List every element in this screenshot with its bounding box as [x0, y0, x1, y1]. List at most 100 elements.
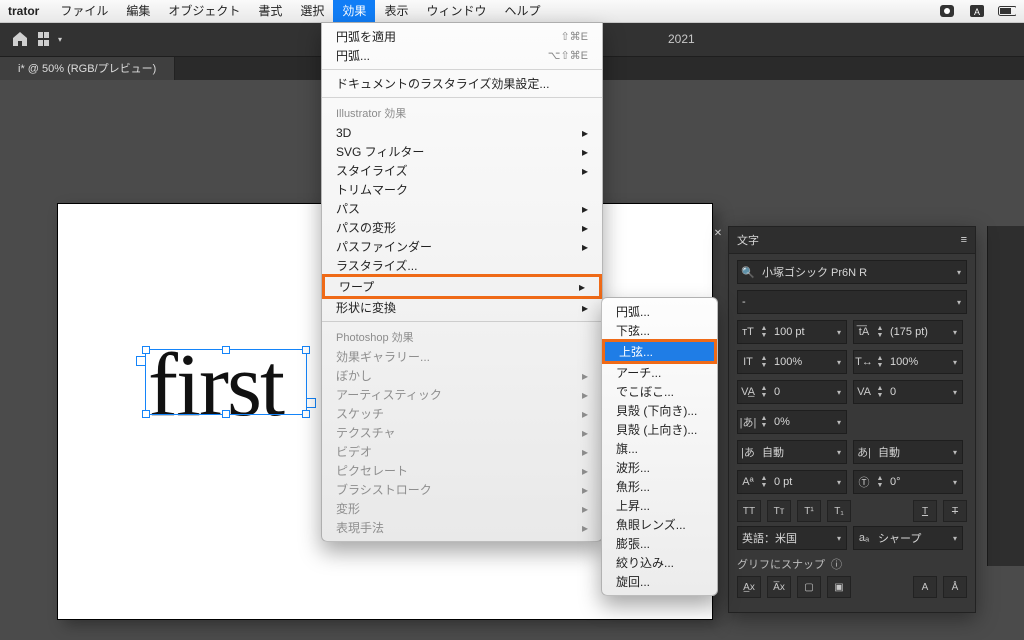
handle-ne[interactable] — [302, 346, 310, 354]
snap-anchor-button[interactable]: Å — [943, 576, 967, 598]
stepper[interactable]: ▲▼ — [758, 475, 770, 489]
menu-item-texture[interactable]: テクスチャ▸ — [322, 423, 602, 442]
handle-n[interactable] — [222, 346, 230, 354]
menu-view[interactable]: 表示 — [375, 0, 417, 22]
antialias-field[interactable]: aₐシャープ▾ — [853, 526, 963, 550]
panel-titlebar[interactable]: 文字 ≡ — [729, 227, 975, 254]
menu-edit[interactable]: 編集 — [117, 0, 159, 22]
warp-flag[interactable]: 旗... — [602, 439, 717, 458]
stepper[interactable]: ▲▼ — [874, 385, 886, 399]
menu-item-doc-raster[interactable]: ドキュメントのラスタライズ効果設定... — [322, 74, 602, 93]
horizontal-scale-field[interactable]: T↔▲▼100%▾ — [853, 350, 963, 374]
menu-file[interactable]: ファイル — [51, 0, 117, 22]
handle-sw[interactable] — [142, 410, 150, 418]
document-tab[interactable]: i* @ 50% (RGB/プレビュー) — [0, 56, 175, 80]
chevron-down-icon[interactable]: ▾ — [832, 478, 846, 487]
panel-menu-icon[interactable]: ≡ — [961, 234, 967, 246]
menu-item-brush-strokes[interactable]: ブラシストローク▸ — [322, 480, 602, 499]
stepper[interactable]: ▲▼ — [758, 325, 770, 339]
warp-fish[interactable]: 魚形... — [602, 477, 717, 496]
menu-item-apply-last[interactable]: 円弧を適用⇧⌘E — [322, 27, 602, 46]
tracking-field[interactable]: VA▲▼0▾ — [853, 380, 963, 404]
character-panel[interactable]: ✕ 文字 ≡ 🔍 小塚ゴシック Pr6N R ▾ - ▾ тT▲▼100 pt▾… — [728, 226, 976, 613]
all-caps-button[interactable]: TT — [737, 500, 761, 522]
warp-arc-upper[interactable]: 上弦... — [602, 339, 717, 364]
menu-help[interactable]: ヘルプ — [495, 0, 549, 22]
stepper[interactable]: ▲▼ — [758, 385, 770, 399]
stepper[interactable]: ▲▼ — [874, 355, 886, 369]
chevron-down-icon[interactable]: ▾ — [952, 298, 966, 307]
menu-item-sketch[interactable]: スケッチ▸ — [322, 404, 602, 423]
baseline-shift-field[interactable]: Aª▲▼0 pt▾ — [737, 470, 847, 494]
warp-bulge[interactable]: でこぼこ... — [602, 382, 717, 401]
menu-item-trim-marks[interactable]: トリムマーク — [322, 180, 602, 199]
panel-close-icon[interactable]: ✕ — [711, 227, 725, 241]
menu-item-distort[interactable]: パスの変形▸ — [322, 218, 602, 237]
warp-arc[interactable]: 円弧... — [602, 302, 717, 321]
warp-shell-lower[interactable]: 貝殻 (下向き)... — [602, 401, 717, 420]
chevron-down-icon[interactable]: ▾ — [948, 448, 962, 457]
menu-item-video[interactable]: ビデオ▸ — [322, 442, 602, 461]
menu-item-artistic[interactable]: アーティスティック▸ — [322, 385, 602, 404]
chevron-down-icon[interactable]: ▾ — [832, 328, 846, 337]
menu-item-warp[interactable]: ワープ▸ — [322, 274, 602, 299]
menu-item-distort-ps[interactable]: 変形▸ — [322, 499, 602, 518]
stepper[interactable]: ▲▼ — [874, 475, 886, 489]
snap-glyph-bounds-button[interactable]: ▢ — [797, 576, 821, 598]
chevron-down-icon[interactable]: ▾ — [948, 534, 962, 543]
warp-shell-upper[interactable]: 貝殻 (上向き)... — [602, 420, 717, 439]
tsume-field[interactable]: |あ|▲▼0%▾ — [737, 410, 847, 434]
menu-item-stylize[interactable]: スタイライズ▸ — [322, 161, 602, 180]
in-port[interactable] — [136, 356, 146, 366]
aki-left-field[interactable]: |あ自動▾ — [737, 440, 847, 464]
warp-squeeze[interactable]: 絞り込み... — [602, 553, 717, 572]
chevron-down-icon[interactable]: ▾ — [952, 268, 966, 277]
vertical-scale-field[interactable]: IT▲▼100%▾ — [737, 350, 847, 374]
chevron-down-icon[interactable]: ▾ — [832, 358, 846, 367]
home-icon[interactable] — [8, 27, 32, 51]
arrange-documents-icon[interactable]: ▾ — [38, 27, 62, 51]
superscript-button[interactable]: T¹ — [797, 500, 821, 522]
warp-arc-lower[interactable]: 下弦... — [602, 321, 717, 340]
collapsed-panel-dock[interactable] — [987, 226, 1024, 566]
menu-item-rasterize[interactable]: ラスタライズ... — [322, 256, 602, 275]
snap-angular-button[interactable]: A — [913, 576, 937, 598]
handle-s[interactable] — [222, 410, 230, 418]
text-frame-selection[interactable] — [145, 349, 307, 415]
warp-rise[interactable]: 上昇... — [602, 496, 717, 515]
chevron-down-icon[interactable]: ▾ — [948, 328, 962, 337]
underline-button[interactable]: T — [913, 500, 937, 522]
font-style-field[interactable]: - ▾ — [737, 290, 967, 314]
snap-xheight-button[interactable]: A̅x — [767, 576, 791, 598]
menu-item-last-options[interactable]: 円弧...⌥⇧⌘E — [322, 46, 602, 65]
warp-twist[interactable]: 旋回... — [602, 572, 717, 591]
chevron-down-icon[interactable]: ▾ — [948, 388, 962, 397]
menu-item-effect-gallery[interactable]: 効果ギャラリー... — [322, 347, 602, 366]
chevron-down-icon[interactable]: ▾ — [832, 534, 846, 543]
chevron-down-icon[interactable]: ▾ — [832, 388, 846, 397]
input-source-icon[interactable]: A — [968, 4, 986, 18]
snap-baseline-button[interactable]: A̲x — [737, 576, 761, 598]
snap-em-box-button[interactable]: ▣ — [827, 576, 851, 598]
warp-wave[interactable]: 波形... — [602, 458, 717, 477]
warp-fisheye[interactable]: 魚眼レンズ... — [602, 515, 717, 534]
info-icon[interactable]: ⓘ — [831, 556, 842, 572]
menu-effect[interactable]: 効果 — [333, 0, 375, 22]
menu-item-path[interactable]: パス▸ — [322, 199, 602, 218]
aki-right-field[interactable]: あ|自動▾ — [853, 440, 963, 464]
menu-select[interactable]: 選択 — [291, 0, 333, 22]
menu-type[interactable]: 書式 — [249, 0, 291, 22]
leading-field[interactable]: t͞A▲▼(175 pt)▾ — [853, 320, 963, 344]
warp-inflate[interactable]: 膨張... — [602, 534, 717, 553]
char-rotation-field[interactable]: Ⓣ▲▼0°▾ — [853, 470, 963, 494]
strikethrough-button[interactable]: T — [943, 500, 967, 522]
font-family-field[interactable]: 🔍 小塚ゴシック Pr6N R ▾ — [737, 260, 967, 284]
out-port[interactable] — [306, 398, 316, 408]
chevron-down-icon[interactable]: ▾ — [948, 478, 962, 487]
kerning-field[interactable]: VA̲▲▼0▾ — [737, 380, 847, 404]
handle-nw[interactable] — [142, 346, 150, 354]
warp-arch[interactable]: アーチ... — [602, 363, 717, 382]
stepper[interactable]: ▲▼ — [758, 415, 770, 429]
language-field[interactable]: 英語：米国▾ — [737, 526, 847, 550]
menu-window[interactable]: ウィンドウ — [417, 0, 495, 22]
